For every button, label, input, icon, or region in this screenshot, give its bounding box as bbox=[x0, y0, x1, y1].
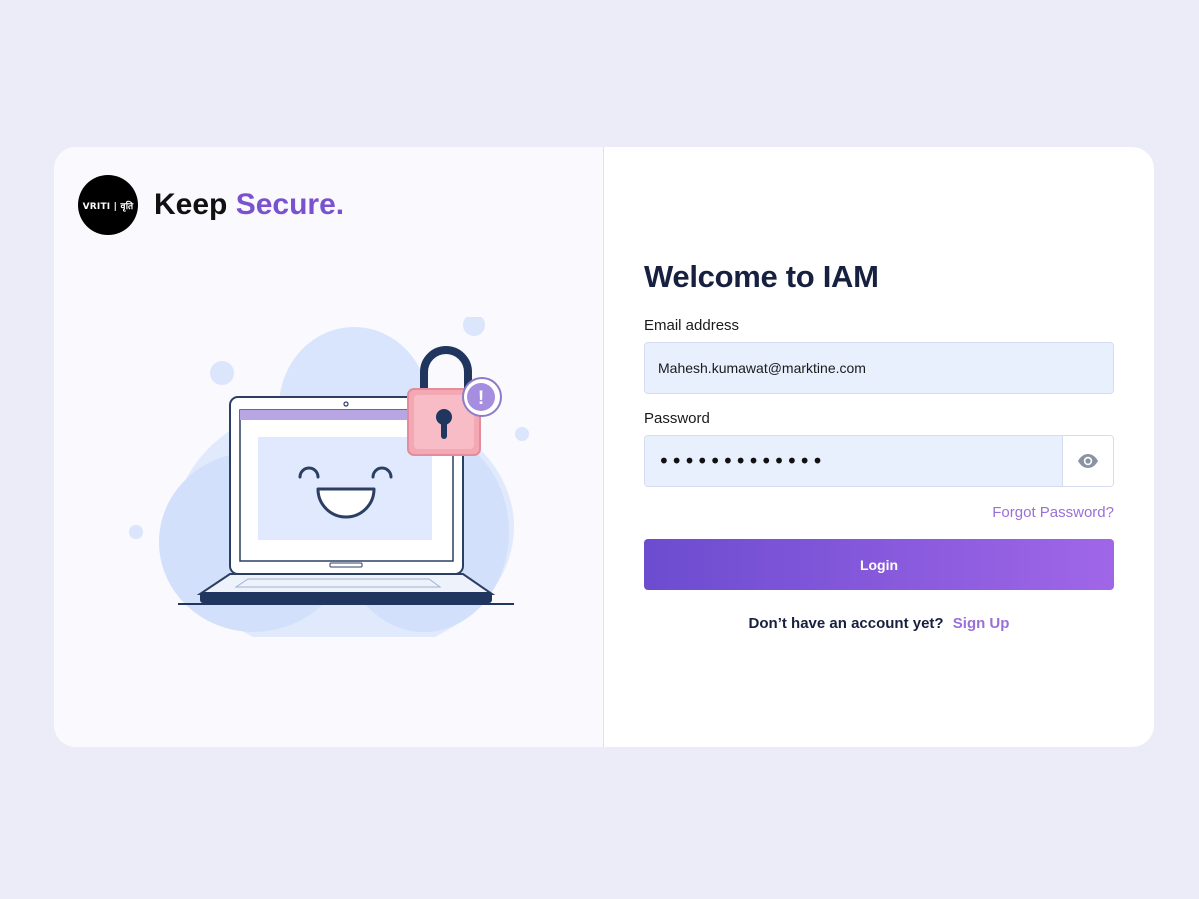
tagline: Keep Secure. bbox=[154, 188, 344, 222]
laptop-base bbox=[200, 592, 492, 603]
signup-link[interactable]: Sign Up bbox=[953, 615, 1010, 632]
bubble-1 bbox=[210, 361, 234, 385]
signup-prompt: Don’t have an account yet? bbox=[748, 615, 944, 632]
laptop-keyboard-deck bbox=[196, 573, 496, 595]
lock-shackle bbox=[420, 346, 472, 392]
laptop-lock-illustration: ! bbox=[129, 317, 529, 637]
show-password-button[interactable] bbox=[1062, 436, 1113, 486]
bubble-4 bbox=[129, 525, 143, 539]
login-card: VRITI | वृति Keep Secure. ! Welcome to I… bbox=[54, 147, 1154, 747]
page-title: Welcome to IAM bbox=[644, 259, 879, 294]
email-label: Email address bbox=[644, 317, 740, 334]
brand-panel: VRITI | वृति Keep Secure. ! bbox=[54, 147, 604, 747]
keyhole-stem bbox=[441, 417, 447, 439]
bubble-3 bbox=[515, 427, 529, 441]
brand-header: VRITI | वृति Keep Secure. bbox=[78, 175, 344, 235]
login-button[interactable]: Login bbox=[644, 539, 1114, 590]
tagline-keep: Keep bbox=[154, 188, 236, 221]
password-field-group bbox=[644, 435, 1114, 487]
password-label: Password bbox=[644, 410, 710, 427]
signup-row: Don’t have an account yet? Sign Up bbox=[644, 615, 1114, 632]
vriti-logo: VRITI | वृति bbox=[78, 175, 138, 235]
email-field[interactable] bbox=[644, 342, 1114, 394]
password-field[interactable] bbox=[645, 436, 1062, 486]
hinge-slot bbox=[329, 562, 363, 568]
eye-icon bbox=[1078, 454, 1098, 468]
bubble-2 bbox=[463, 317, 485, 336]
tagline-secure: Secure. bbox=[235, 188, 345, 221]
forgot-password-link[interactable]: Forgot Password? bbox=[992, 504, 1114, 521]
alert-symbol: ! bbox=[478, 388, 484, 409]
login-panel: Welcome to IAM Email address Password Fo… bbox=[604, 147, 1154, 747]
